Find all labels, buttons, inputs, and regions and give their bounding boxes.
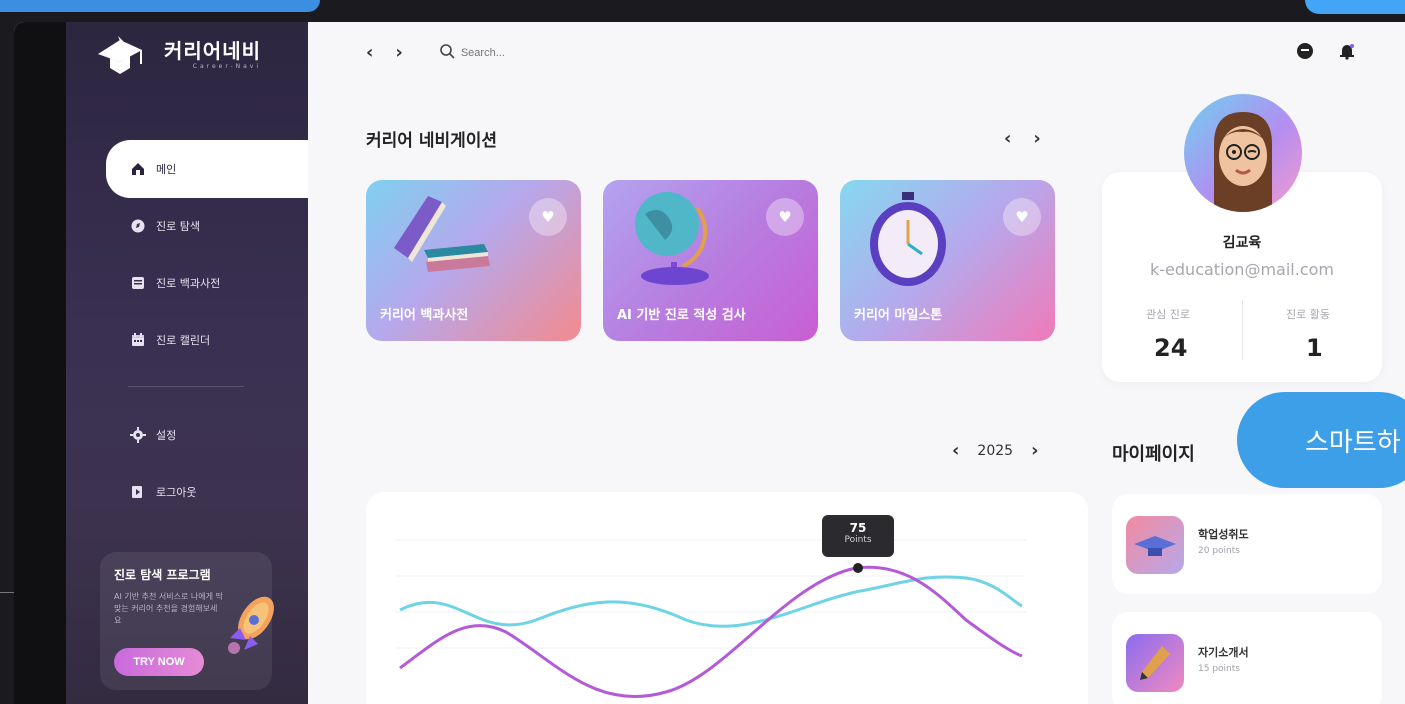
year-next-icon[interactable]: › <box>1031 440 1038 461</box>
stat-label-interest: 관심 진로 <box>1146 308 1190 321</box>
avatar[interactable] <box>1184 94 1302 212</box>
year-selector: ‹ 2025 › <box>952 440 1038 461</box>
mypage-item[interactable]: 자기소개서 15 points <box>1112 612 1382 704</box>
sidebar-item-encyclopedia[interactable]: 진로 백과사전 <box>106 254 308 312</box>
mypage-item[interactable]: 학업성취도 20 points <box>1112 494 1382 594</box>
stat-label-activity: 진로 활동 <box>1286 308 1330 321</box>
mypage-title: 마이페이지 <box>1112 444 1195 465</box>
sidebar-item-label: 로그아웃 <box>156 486 197 499</box>
year-label: 2025 <box>977 442 1014 459</box>
mypage-item-title: 학업성취도 <box>1198 528 1249 541</box>
chart-card <box>366 492 1088 704</box>
heart-icon[interactable]: ♥ <box>1003 198 1041 236</box>
notification-bell-icon[interactable] <box>1338 42 1356 64</box>
tooltip-value: 75 <box>849 521 867 535</box>
sidebar-item-label: 진로 캘린더 <box>156 334 211 347</box>
browser-topbar-right <box>1305 0 1405 14</box>
card-encyclopedia[interactable]: ♥ 커리어 백과사전 <box>366 180 581 341</box>
sidebar-divider <box>128 386 244 387</box>
promo-title: 진로 탐색 프로그램 <box>114 568 211 582</box>
forward-chevron-icon[interactable]: › <box>395 42 402 63</box>
mypage-item-points: 20 points <box>1198 546 1240 556</box>
stat-divider <box>1242 300 1243 360</box>
promo-description: AI 기반 추천 서비스로 나에게 딱 맞는 커리어 추천을 경험해보세요 <box>114 592 223 625</box>
logout-icon <box>130 484 146 500</box>
heart-icon[interactable]: ♥ <box>766 198 804 236</box>
sidebar-item-label: 설정 <box>156 429 177 442</box>
sidebar-item-main[interactable]: 메인 <box>106 140 308 198</box>
stat-value-interest: 24 <box>1154 334 1188 362</box>
mypage-item-title: 자기소개서 <box>1198 646 1249 659</box>
card-label: AI 기반 진로 적성 검사 <box>617 308 746 323</box>
stat-value-activity: 1 <box>1306 334 1323 362</box>
gear-icon <box>130 427 146 443</box>
back-chevron-icon[interactable]: ‹ <box>366 42 373 63</box>
card-label: 커리어 마일스톤 <box>854 308 943 323</box>
sidebar-item-label: 진로 탐색 <box>156 220 200 233</box>
tooltip-unit: Points <box>844 535 872 545</box>
card-label: 커리어 백과사전 <box>380 308 469 323</box>
browser-topbar-left <box>0 0 320 12</box>
profile-name: 김교육 <box>1222 235 1262 251</box>
books-icon <box>394 196 490 272</box>
graduation-cap-icon <box>96 34 156 76</box>
sidebar: 커리어네비 Career-Navi 메인 진로 탐색 진로 백과사전 진로 캘린… <box>66 22 308 704</box>
calendar-icon <box>130 332 146 348</box>
search-input[interactable] <box>460 46 621 59</box>
year-prev-icon[interactable]: ‹ <box>952 440 959 461</box>
search-icon <box>439 43 455 63</box>
graduation-cap-icon <box>1126 516 1184 574</box>
series-line-purple <box>399 565 1023 699</box>
heart-icon[interactable]: ♥ <box>529 198 567 236</box>
card-milestone[interactable]: ♥ 커리어 마일스톤 <box>840 180 1055 341</box>
smart-floating-button[interactable]: 스마트하 <box>1237 392 1405 488</box>
logo[interactable]: 커리어네비 Career-Navi <box>96 34 261 76</box>
sidebar-item-calendar[interactable]: 진로 캘린더 <box>106 311 308 369</box>
logo-subtitle: Career-Navi <box>192 63 261 70</box>
book-icon <box>130 275 146 291</box>
home-icon <box>130 161 146 177</box>
compass-icon <box>130 218 146 234</box>
carousel-nav: ‹ › <box>1004 128 1041 149</box>
try-now-button[interactable]: TRY NOW <box>114 648 204 676</box>
profile-email: k-education@mail.com <box>1150 260 1334 279</box>
top-nav: ‹ › <box>366 42 621 63</box>
frame-edge-line <box>0 592 14 593</box>
pencil-icon <box>1126 634 1184 692</box>
carousel-next-icon[interactable]: › <box>1033 128 1040 149</box>
card-aptitude-test[interactable]: ♥ AI 기반 진로 적성 검사 <box>603 180 818 341</box>
sidebar-item-career-explore[interactable]: 진로 탐색 <box>106 197 308 255</box>
logo-title: 커리어네비 <box>164 39 261 63</box>
stopwatch-icon <box>870 192 946 286</box>
series-line-cyan <box>399 575 1023 628</box>
sidebar-item-label: 메인 <box>156 163 177 176</box>
chat-icon[interactable] <box>1296 42 1314 64</box>
carousel-prev-icon[interactable]: ‹ <box>1004 128 1011 149</box>
globe-icon <box>635 192 709 285</box>
section-title: 커리어 네비게이션 <box>366 131 498 151</box>
device-bezel <box>14 22 66 704</box>
search-bar <box>439 43 621 63</box>
mypage-item-points: 15 points <box>1198 664 1240 674</box>
sidebar-item-logout[interactable]: 로그아웃 <box>106 463 308 521</box>
highlight-point <box>853 563 863 573</box>
header-icons <box>1296 42 1356 64</box>
sidebar-item-label: 진로 백과사전 <box>156 277 221 290</box>
points-chart <box>396 539 1026 699</box>
sidebar-item-settings[interactable]: 설정 <box>106 406 308 464</box>
rocket-icon <box>216 588 286 660</box>
promo-card: 진로 탐색 프로그램 AI 기반 추천 서비스로 나에게 딱 맞는 커리어 추천… <box>100 552 274 690</box>
chart-tooltip: 75 Points <box>822 515 894 557</box>
